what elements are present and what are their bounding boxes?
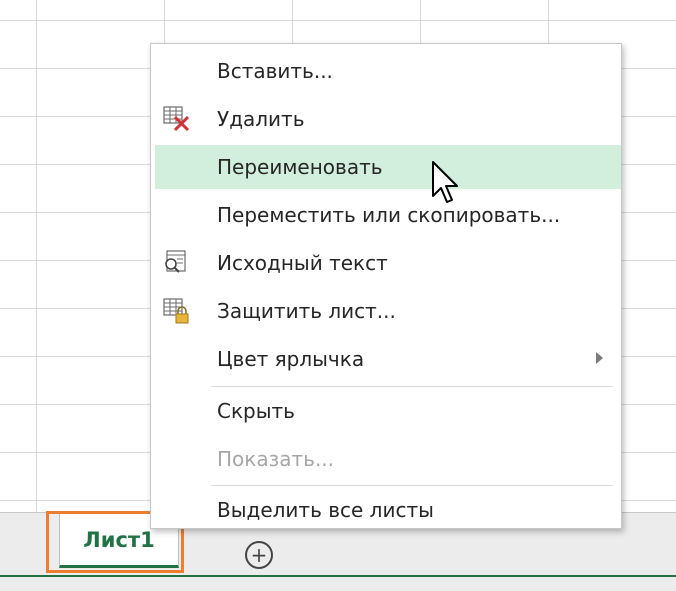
menu-item-protect-sheet[interactable]: Защитить лист... bbox=[151, 289, 621, 333]
menu-item-label: Переименовать bbox=[217, 155, 383, 179]
menu-item-label: Цвет ярлычка bbox=[217, 347, 365, 371]
menu-separator bbox=[211, 386, 613, 387]
sheet-tab-label: Лист1 bbox=[83, 527, 155, 552]
menu-item-move-copy[interactable]: Переместить или скопировать... bbox=[151, 193, 621, 237]
submenu-arrow-icon bbox=[596, 352, 603, 364]
menu-item-label: Скрыть bbox=[217, 399, 295, 423]
menu-item-label: Показать... bbox=[217, 447, 335, 471]
menu-item-label: Удалить bbox=[217, 107, 305, 131]
view-code-icon bbox=[161, 249, 191, 277]
menu-item-label: Выделить все листы bbox=[217, 498, 434, 522]
menu-item-label: Вставить... bbox=[217, 59, 333, 83]
menu-item-rename[interactable]: Переименовать bbox=[155, 145, 621, 189]
menu-item-delete[interactable]: Удалить bbox=[151, 97, 621, 141]
menu-item-label: Переместить или скопировать... bbox=[217, 203, 561, 227]
menu-item-insert[interactable]: Вставить... bbox=[151, 49, 621, 93]
menu-item-hide[interactable]: Скрыть bbox=[151, 389, 621, 433]
menu-item-select-all-sheets[interactable]: Выделить все листы bbox=[151, 488, 621, 532]
new-sheet-button[interactable]: + bbox=[245, 541, 273, 569]
tab-bar-divider bbox=[0, 575, 676, 577]
menu-item-label: Защитить лист... bbox=[217, 299, 396, 323]
menu-separator bbox=[211, 485, 613, 486]
sheet-context-menu: Вставить... Удалить Переименовать Переме… bbox=[150, 43, 622, 529]
menu-item-tab-color[interactable]: Цвет ярлычка bbox=[151, 337, 621, 381]
mouse-pointer-icon bbox=[432, 161, 458, 203]
delete-sheet-icon bbox=[161, 105, 191, 133]
menu-item-label: Исходный текст bbox=[217, 251, 388, 275]
plus-icon: + bbox=[250, 543, 268, 567]
menu-item-view-code[interactable]: Исходный текст bbox=[151, 241, 621, 285]
protect-sheet-icon bbox=[161, 297, 191, 325]
menu-item-unhide: Показать... bbox=[151, 437, 621, 481]
